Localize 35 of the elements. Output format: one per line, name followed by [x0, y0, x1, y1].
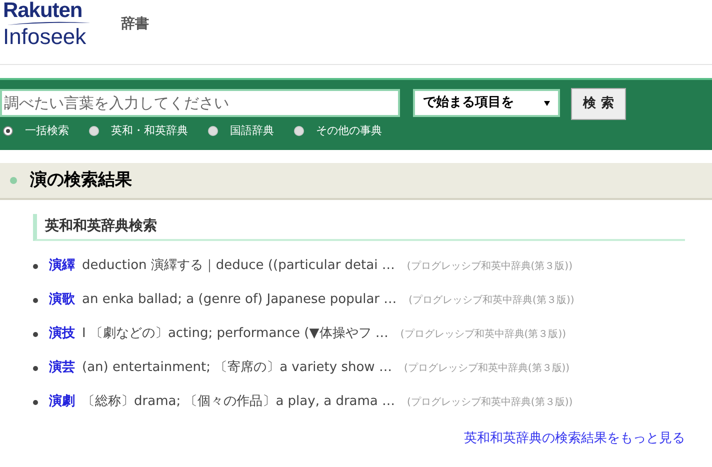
entry-snippet: I 〔劇などの〕acting; performance (▼体操やフ … — [82, 325, 388, 344]
entry-link[interactable]: 演繹 — [49, 256, 75, 276]
entry-link[interactable]: 演歌 — [49, 290, 75, 310]
entry-snippet: (an) entertainment; 〔寄席の〕a variety show … — [82, 359, 392, 378]
entry-link[interactable]: 演技 — [49, 324, 75, 344]
bullet-icon — [33, 332, 38, 336]
logo-text: Infoseek — [3, 26, 88, 48]
search-scope-radio[interactable]: その他の事典 — [294, 123, 382, 140]
entry-source: (プログレッシブ和英中辞典(第３版)) — [407, 396, 573, 410]
search-scope-radio[interactable]: 英和・和英辞典 — [89, 123, 188, 140]
dropdown-caret-icon — [544, 100, 550, 106]
entry-link[interactable]: 演芸 — [49, 358, 75, 378]
bullet-icon — [33, 366, 38, 370]
entry-link[interactable]: 演劇 — [49, 392, 75, 412]
mode-select[interactable]: で始まる項目を — [413, 89, 560, 117]
entry-snippet: deduction 演繹する｜deduce ((particular detai … — [82, 257, 395, 276]
search-field[interactable]: 調べたい言葉を入力してください — [0, 89, 400, 117]
results-title: 演の検索結果 — [30, 168, 132, 192]
entry-source: (プログレッシブ和英中辞典(第３版)) — [408, 294, 574, 308]
bullet-icon — [10, 177, 17, 184]
entry-snippet: 〔総称〕drama; 〔個々の作品〕a play, a drama … — [82, 393, 396, 412]
bullet-icon — [33, 400, 38, 404]
entry-source: (プログレッシブ和英中辞典(第３版)) — [404, 362, 570, 376]
more-results-link[interactable]: 英和和英辞典の検索結果をもっと見る — [464, 429, 685, 448]
search-button[interactable]: 検 索 — [571, 88, 626, 120]
entry-source: (プログレッシブ和英中辞典(第３版)) — [400, 328, 566, 342]
section-title: 辞書 — [121, 15, 149, 34]
entry-source: (プログレッシブ和英中辞典(第３版)) — [406, 260, 572, 274]
section-heading: 英和和英辞典検索 — [33, 214, 685, 241]
bullet-icon — [33, 298, 38, 302]
search-scope-radio[interactable]: 国語辞典 — [208, 123, 274, 140]
entry-snippet: an enka ballad; a (genre of) Japanese popular … — [82, 291, 397, 310]
search-scope-radio[interactable]: 一括検索 — [3, 123, 69, 140]
logo-text: Rakuten — [3, 0, 84, 21]
bullet-icon — [33, 264, 38, 268]
